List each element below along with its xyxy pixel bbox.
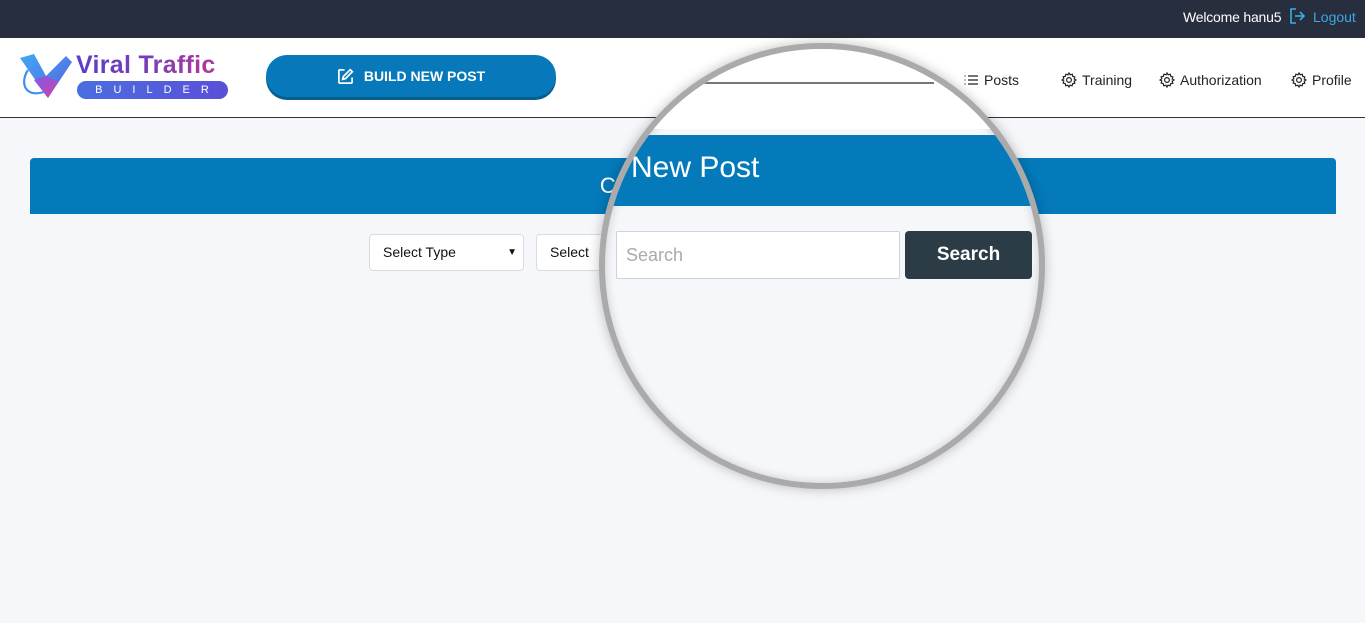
logo-title: Viral Traffic	[76, 51, 216, 79]
nav-profile[interactable]: Profile	[1291, 72, 1352, 88]
magnified-divider	[699, 82, 934, 84]
search-button[interactable]: Search	[905, 231, 1032, 279]
logo[interactable]: Viral Traffic BUILDER	[18, 51, 233, 102]
caret-down-icon: ▼	[507, 247, 517, 258]
type-select[interactable]: Select Type ▼	[369, 234, 524, 271]
sign-out-icon[interactable]	[1289, 7, 1305, 25]
search-input[interactable]	[616, 231, 900, 279]
logo-mark-icon	[20, 54, 72, 98]
nav-training[interactable]: Training	[1061, 72, 1132, 88]
gear-icon	[1061, 72, 1077, 88]
nav-profile-label: Profile	[1312, 72, 1352, 88]
build-new-post-button[interactable]: BUILD NEW POST	[266, 55, 556, 97]
logo-subtitle: BUILDER	[77, 81, 228, 99]
welcome-text: Welcome hanu5	[1183, 9, 1282, 25]
gear-icon	[1291, 72, 1307, 88]
magnifier-lens: New Post Search	[599, 43, 1045, 489]
top-bar: Welcome hanu5 Logout	[0, 0, 1365, 38]
gear-icon	[1159, 72, 1175, 88]
edit-icon	[337, 67, 354, 84]
magnified-header	[605, 49, 1039, 129]
magnifier-content: New Post Search	[605, 49, 1039, 483]
nav-training-label: Training	[1082, 72, 1133, 88]
second-select-value: Select	[550, 244, 589, 260]
type-select-value: Select Type	[383, 244, 456, 260]
nav-authorization-label: Authorization	[1180, 72, 1262, 88]
nav-authorization[interactable]: Authorization	[1159, 72, 1262, 88]
magnified-title: New Post	[631, 151, 760, 184]
logout-link[interactable]: Logout	[1313, 9, 1356, 25]
build-new-post-label: BUILD NEW POST	[363, 68, 486, 84]
